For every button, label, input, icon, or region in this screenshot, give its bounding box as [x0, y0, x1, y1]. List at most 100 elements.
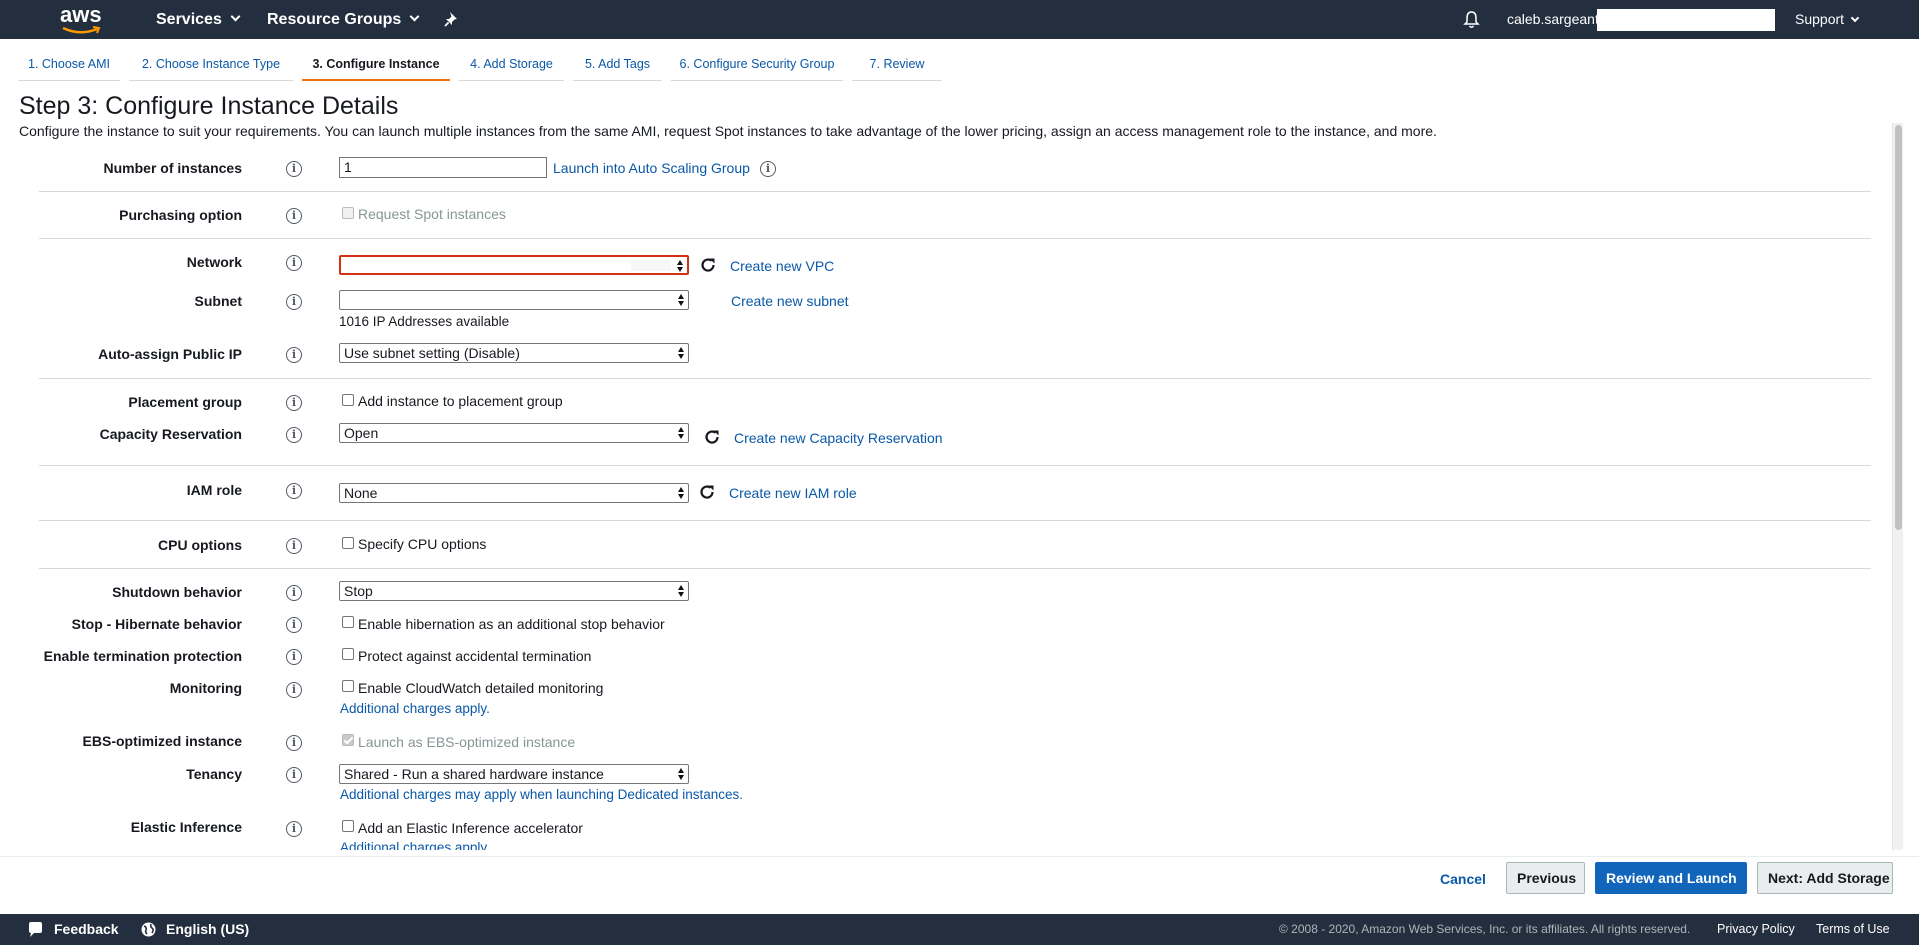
select-arrows-icon — [677, 346, 685, 360]
monitoring-charges-link[interactable]: Additional charges apply. — [340, 701, 490, 716]
create-new-vpc-link[interactable]: Create new VPC — [730, 258, 834, 274]
wizard-action-bar: Cancel Previous Review and Launch Next: … — [0, 856, 1919, 901]
services-label: Services — [156, 11, 222, 28]
shutdown-behavior-select[interactable]: Stop — [339, 581, 689, 601]
number-of-instances-input[interactable]: 1 — [339, 157, 547, 178]
cancel-button[interactable]: Cancel — [1440, 871, 1486, 887]
request-spot-label: Request Spot instances — [358, 206, 506, 222]
info-icon[interactable]: i — [286, 682, 302, 698]
info-icon[interactable]: i — [286, 735, 302, 751]
info-icon[interactable]: i — [286, 347, 302, 363]
tenancy-value: Shared - Run a shared hardware instance — [344, 766, 604, 782]
monitoring-label: Monitoring — [169, 680, 242, 696]
form-scrollbar[interactable] — [1892, 123, 1903, 850]
network-label: Network — [186, 254, 242, 270]
tab-configure-instance[interactable]: 3. Configure Instance — [302, 51, 450, 81]
info-icon[interactable]: i — [286, 395, 302, 411]
launch-auto-scaling-link[interactable]: Launch into Auto Scaling Group — [553, 160, 750, 176]
terms-of-use-link[interactable]: Terms of Use — [1816, 914, 1890, 945]
page-title: Step 3: Configure Instance Details — [19, 92, 399, 120]
auto-assign-ip-label: Auto-assign Public IP — [98, 346, 242, 362]
auto-assign-ip-select[interactable]: Use subnet setting (Disable) — [339, 343, 689, 363]
select-arrows-icon — [677, 426, 685, 440]
placement-group-label: Placement group — [128, 394, 242, 410]
create-new-capacity-reservation-link[interactable]: Create new Capacity Reservation — [734, 430, 943, 446]
ebs-optimized-checkbox[interactable] — [342, 734, 354, 746]
resource-groups-label: Resource Groups — [267, 11, 402, 28]
info-icon[interactable]: i — [286, 294, 302, 310]
ebs-optimized-label: EBS-optimized instance — [82, 733, 242, 749]
hibernation-checkbox[interactable] — [342, 616, 354, 628]
tab-add-tags[interactable]: 5. Add Tags — [573, 51, 662, 81]
subnet-select[interactable] — [339, 290, 689, 310]
console-footer: Feedback English (US) © 2008 - 2020, Ama… — [0, 914, 1919, 945]
select-arrows-icon — [676, 259, 684, 273]
language-selector[interactable]: English (US) — [166, 914, 249, 945]
request-spot-checkbox[interactable] — [342, 207, 354, 219]
create-new-subnet-link[interactable]: Create new subnet — [731, 293, 849, 309]
ip-addresses-available: 1016 IP Addresses available — [339, 314, 510, 329]
support-menu[interactable]: Support — [1795, 0, 1860, 39]
placement-group-checkbox[interactable] — [342, 394, 354, 406]
aws-smile-icon — [62, 26, 101, 34]
tab-add-storage[interactable]: 4. Add Storage — [459, 51, 564, 81]
info-icon[interactable]: i — [286, 617, 302, 633]
support-label: Support — [1795, 11, 1845, 27]
info-icon[interactable]: i — [760, 161, 776, 177]
stop-hibernate-label: Stop - Hibernate behavior — [71, 616, 242, 632]
info-icon[interactable]: i — [286, 161, 302, 177]
globe-icon — [141, 922, 156, 937]
elastic-inference-checkbox[interactable] — [342, 820, 354, 832]
info-icon[interactable]: i — [286, 585, 302, 601]
review-and-launch-button[interactable]: Review and Launch — [1595, 862, 1747, 894]
tab-choose-ami[interactable]: 1. Choose AMI — [18, 51, 120, 81]
refresh-icon[interactable] — [703, 428, 721, 446]
previous-button[interactable]: Previous — [1506, 862, 1585, 894]
privacy-policy-link[interactable]: Privacy Policy — [1717, 914, 1795, 945]
subnet-label: Subnet — [194, 293, 242, 309]
elastic-inference-checkbox-label: Add an Elastic Inference accelerator — [358, 820, 583, 836]
info-icon[interactable]: i — [286, 208, 302, 224]
aws-logo-icon[interactable]: aws — [60, 4, 104, 34]
tab-choose-instance-type[interactable]: 2. Choose Instance Type — [129, 51, 293, 81]
cloudwatch-monitoring-checkbox[interactable] — [342, 680, 354, 692]
tenancy-select[interactable]: Shared - Run a shared hardware instance — [339, 764, 689, 784]
refresh-icon[interactable] — [699, 256, 717, 274]
shutdown-behavior-value: Stop — [344, 583, 373, 599]
bell-icon[interactable] — [1462, 10, 1481, 29]
elastic-inference-label: Elastic Inference — [130, 819, 242, 835]
scrollbar-thumb[interactable] — [1895, 125, 1902, 530]
info-icon[interactable]: i — [286, 821, 302, 837]
services-menu[interactable]: Services — [156, 0, 241, 39]
termination-protection-checkbox-label: Protect against accidental termination — [358, 648, 592, 664]
feedback-link[interactable]: Feedback — [54, 914, 119, 945]
termination-protection-label: Enable termination protection — [43, 648, 242, 664]
info-icon[interactable]: i — [286, 538, 302, 554]
divider — [39, 465, 1871, 466]
cpu-options-checkbox[interactable] — [342, 537, 354, 549]
info-icon[interactable]: i — [286, 427, 302, 443]
termination-protection-checkbox[interactable] — [342, 648, 354, 660]
account-menu[interactable]: caleb.sargeant — [1507, 0, 1599, 39]
tab-review[interactable]: 7. Review — [852, 51, 942, 81]
info-icon[interactable]: i — [286, 255, 302, 271]
tab-configure-security-group[interactable]: 6. Configure Security Group — [671, 51, 843, 81]
dedicated-charges-link[interactable]: Additional charges may apply when launch… — [340, 787, 743, 802]
number-of-instances-label: Number of instances — [103, 160, 242, 176]
iam-role-select[interactable]: None — [339, 483, 689, 503]
refresh-icon[interactable] — [698, 483, 716, 501]
redacted-account-box — [1597, 9, 1775, 31]
elastic-inference-charges-link[interactable]: Additional charges apply. — [340, 840, 490, 850]
info-icon[interactable]: i — [286, 649, 302, 665]
info-icon[interactable]: i — [286, 483, 302, 499]
resource-groups-menu[interactable]: Resource Groups — [267, 0, 420, 39]
feedback-bubble-icon — [29, 922, 42, 937]
copyright-text: © 2008 - 2020, Amazon Web Services, Inc.… — [1279, 922, 1691, 936]
network-select[interactable] — [339, 255, 689, 275]
create-new-iam-role-link[interactable]: Create new IAM role — [729, 485, 857, 501]
auto-assign-ip-value: Use subnet setting (Disable) — [344, 345, 520, 361]
next-add-storage-button[interactable]: Next: Add Storage — [1757, 862, 1893, 894]
info-icon[interactable]: i — [286, 767, 302, 783]
pin-icon[interactable] — [443, 10, 461, 28]
capacity-reservation-select[interactable]: Open — [339, 423, 689, 443]
